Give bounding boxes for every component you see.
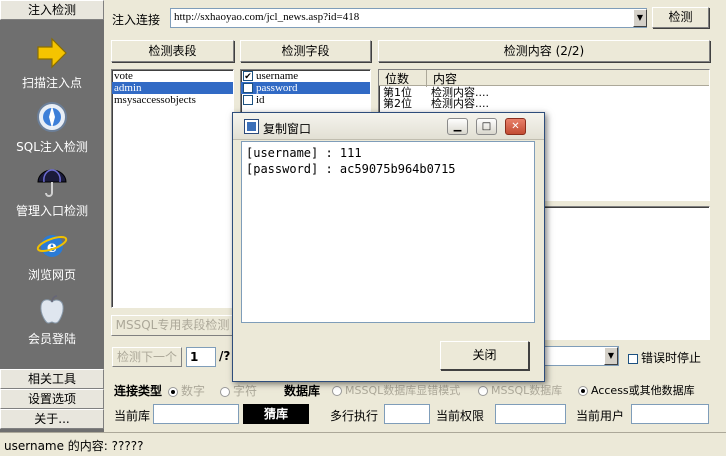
current-perm-input[interactable]	[495, 404, 566, 424]
mode-dropdown-arrow[interactable]: ▼	[604, 347, 618, 365]
sidebar-item-member-login[interactable]: 会员登陆	[0, 292, 104, 347]
error-stop-checkbox[interactable]: 错误时停止	[628, 349, 701, 366]
field-name: password	[256, 82, 298, 94]
inject-detect-button[interactable]: 注入检测	[0, 0, 104, 20]
tables-header-button[interactable]: 检测表段	[111, 40, 234, 62]
dialog-line: [password] : ac59075b964b0715	[246, 162, 456, 176]
current-db-label: 当前库	[114, 409, 151, 423]
related-tools-button[interactable]: 相关工具	[0, 369, 104, 389]
sidebar: 注入检测 扫描注入点 SQL注入检测 管理入口检测 e 浏览网页 会员登陆 相关…	[0, 0, 104, 434]
field-name: id	[256, 94, 265, 106]
detect-next-button[interactable]: 检测下一个	[112, 347, 182, 367]
sidebar-item-label: SQL注入检测	[16, 140, 88, 154]
current-db-input[interactable]	[153, 404, 239, 424]
multi-exec-label: 多行执行	[330, 409, 379, 423]
close-button[interactable]: 关闭	[440, 341, 529, 370]
column-header[interactable]: 位数	[379, 70, 427, 87]
minimize-button[interactable]: ▁	[447, 118, 468, 135]
radio-number[interactable]: 数字	[168, 382, 205, 399]
radio-label: Access或其他数据库	[591, 384, 695, 397]
ie-icon: e	[36, 235, 68, 257]
table-header: 位数 内容	[379, 70, 709, 87]
sidebar-item-label: 会员登陆	[27, 332, 76, 346]
apple-icon	[40, 295, 64, 324]
field-name: username	[256, 70, 299, 82]
list-item[interactable]: id	[241, 94, 370, 106]
radio[interactable]	[168, 386, 178, 397]
dialog-text-area[interactable]: [username] : 111 [password] : ac59075b96…	[241, 141, 535, 323]
radio[interactable]	[478, 386, 488, 396]
radio[interactable]	[578, 386, 588, 396]
tables-list[interactable]: vote admin msysaccessobjects	[111, 69, 234, 308]
list-item[interactable]: admin	[112, 82, 233, 94]
current-perm-label: 当前权限	[436, 409, 485, 423]
arrow-right-icon	[37, 37, 67, 69]
cell: 第2位	[383, 97, 412, 110]
compass-icon	[37, 102, 67, 132]
radio-label: MSSQL数据库	[491, 384, 563, 397]
current-user-label: 当前用户	[576, 409, 625, 423]
list-item[interactable]: msysaccessobjects	[112, 94, 233, 106]
app-icon	[244, 119, 259, 134]
mssql-tables-button[interactable]: MSSQL专用表段检测	[111, 315, 234, 336]
dialog-titlebar[interactable]: 复制窗口 ▁ □ ✕	[233, 113, 544, 140]
radio-access[interactable]: Access或其他数据库	[578, 382, 695, 398]
status-bar: username 的内容: ?????	[0, 432, 726, 456]
radio-label: MSSQL数据库显错模式	[345, 384, 461, 397]
main-window: 注入检测 扫描注入点 SQL注入检测 管理入口检测 e 浏览网页 会员登陆 相关…	[0, 0, 726, 456]
checkbox[interactable]	[243, 95, 253, 106]
multi-exec-input[interactable]	[384, 404, 430, 424]
conn-type-label: 连接类型	[114, 384, 163, 398]
close-icon[interactable]: ✕	[505, 118, 526, 135]
radio-char[interactable]: 字符	[220, 382, 257, 399]
sidebar-item-label: 管理入口检测	[15, 204, 88, 218]
checkbox[interactable]: ✔	[243, 83, 253, 94]
about-button[interactable]: 关于...	[0, 409, 104, 429]
umbrella-icon	[37, 169, 67, 197]
radio-mssql-error[interactable]: MSSQL数据库显错模式	[332, 382, 460, 398]
sidebar-item-admin-entry[interactable]: 管理入口检测	[0, 164, 104, 219]
checkbox[interactable]: ✔	[243, 71, 253, 82]
sidebar-item-sql[interactable]: SQL注入检测	[0, 100, 104, 155]
current-user-input[interactable]	[631, 404, 709, 424]
sidebar-item-browse[interactable]: e 浏览网页	[0, 228, 104, 283]
copy-window-dialog: 复制窗口 ▁ □ ✕ [username] : 111 [password] :…	[232, 112, 545, 382]
page-input[interactable]: 1	[186, 347, 216, 367]
guess-db-button[interactable]: 猜库	[243, 404, 309, 424]
detect-button[interactable]: 检测	[652, 7, 709, 28]
checkbox[interactable]	[628, 353, 638, 364]
content-header-button[interactable]: 检测内容 (2/2)	[378, 40, 710, 62]
table-row[interactable]: 第1位 检测内容....	[379, 86, 709, 98]
fields-header-button[interactable]: 检测字段	[240, 40, 371, 62]
url-dropdown-arrow[interactable]: ▼	[633, 9, 647, 27]
sidebar-item-scan[interactable]: 扫描注入点	[0, 36, 104, 91]
list-item[interactable]: ✔ username	[241, 70, 370, 82]
list-item[interactable]: vote	[112, 70, 233, 82]
url-label: 注入连接	[112, 13, 161, 27]
table-row[interactable]: 第2位 检测内容....	[379, 98, 709, 109]
sidebar-item-label: 扫描注入点	[21, 76, 82, 90]
radio-label: 字符	[233, 384, 258, 398]
list-item[interactable]: ✔ password	[241, 82, 370, 94]
sidebar-item-label: 浏览网页	[27, 268, 76, 282]
radio[interactable]	[220, 386, 230, 397]
url-input[interactable]: http://sxhaoyao.com/jcl_news.asp?id=418	[170, 8, 647, 28]
cell: 检测内容....	[431, 97, 489, 110]
radio-label: 数字	[181, 384, 206, 398]
column-header[interactable]: 内容	[427, 70, 457, 87]
db-label: 数据库	[284, 384, 321, 398]
maximize-button[interactable]: □	[476, 118, 497, 135]
error-stop-label: 错误时停止	[641, 351, 702, 365]
radio[interactable]	[332, 386, 342, 396]
dialog-line: [username] : 111	[246, 146, 362, 160]
page-suffix: /?	[219, 349, 231, 363]
settings-button[interactable]: 设置选项	[0, 389, 104, 409]
dialog-title: 复制窗口	[263, 122, 312, 136]
radio-mssql[interactable]: MSSQL数据库	[478, 382, 562, 398]
